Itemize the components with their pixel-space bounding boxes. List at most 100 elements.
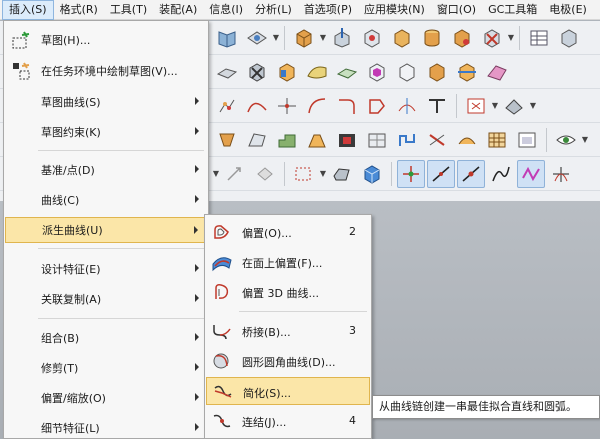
menu-gc-toolbox[interactable]: GC工具箱 [482,0,543,20]
menu-item-datum-point[interactable]: 基准/点(D) [5,157,207,183]
menu-item-trim[interactable]: 修剪(T) [5,355,207,381]
dropdown-arrow-icon[interactable]: ▼ [272,33,280,42]
surface-icon[interactable] [303,58,331,86]
menu-item-sketch[interactable]: 草图(H)... [5,27,207,53]
line-tool-icon[interactable] [427,159,455,188]
blue-cube-icon[interactable] [358,160,386,188]
toolbar-separator [391,161,392,186]
dropdown-arrow-icon[interactable]: ▼ [529,101,537,110]
menu-item-offset-scale[interactable]: 偏置/缩放(O) [5,385,207,411]
rectangle-select-icon[interactable] [290,160,318,188]
book-icon[interactable] [213,24,241,52]
move-object-icon[interactable] [221,160,249,188]
menu-application[interactable]: 应用模块(N) [358,0,431,20]
dropdown-arrow-icon[interactable]: ▼ [581,135,589,144]
extrude-icon[interactable] [328,24,356,52]
edit-object-icon[interactable] [251,160,279,188]
dropdown-arrow-icon[interactable]: ▼ [319,169,327,178]
rib-icon[interactable] [303,126,331,154]
colored-block-icon[interactable] [273,58,301,86]
text-curve-icon[interactable] [423,92,451,120]
tangent-tool-icon[interactable] [547,160,575,188]
menu-separator [38,150,204,151]
menu-format[interactable]: 格式(R) [54,0,104,20]
cylinder-icon[interactable] [418,24,446,52]
snap-point-icon[interactable] [397,159,425,188]
delete-body-icon[interactable] [478,24,506,52]
polyline-tool-icon[interactable] [517,159,545,188]
curve-tool-icon[interactable] [487,160,515,188]
boolean-icon[interactable] [448,24,476,52]
shortcut-number: 3 [349,324,356,337]
menu-item-label: 细节特征(L) [41,422,100,435]
menu-item-combine[interactable]: 组合(B) [5,325,207,351]
trim-body-icon[interactable] [453,58,481,86]
point-set-icon[interactable] [213,92,241,120]
submenu-item-offset-3d-curve[interactable]: 偏置 3D 曲线... [206,278,370,306]
part-icon[interactable] [555,24,583,52]
move-face-icon[interactable] [358,24,386,52]
pink-surface-icon[interactable] [483,58,511,86]
submenu-item-bridge[interactable]: 桥接(B)... 3 [206,317,370,345]
menu-item-design-feature[interactable]: 设计特征(E) [5,256,207,282]
menu-item-sketch-curve[interactable]: 草图曲线(S) [5,89,207,115]
wrap-icon[interactable] [453,126,481,154]
menu-preferences[interactable]: 首选项(P) [298,0,358,20]
shaded-with-edges-icon[interactable] [328,160,356,188]
menu-item-curve[interactable]: 曲线(C) [5,187,207,213]
fit-view-icon[interactable] [462,92,490,120]
block-icon[interactable] [388,24,416,52]
dropdown-arrow-icon[interactable]: ▼ [507,33,515,42]
trim-icon[interactable] [423,126,451,154]
section-curve-icon[interactable] [393,92,421,120]
offset-face-icon[interactable] [393,58,421,86]
menu-electrode[interactable]: 电极(E) [543,0,593,20]
dropdown-arrow-icon[interactable]: ▼ [212,169,220,178]
menu-item-associative-copy[interactable]: 关联复制(A) [5,286,207,312]
window-icon[interactable] [513,126,541,154]
emboss-icon[interactable] [333,126,361,154]
menu-item-sketch-constraint[interactable]: 草图约束(K) [5,119,207,145]
toolbar-separator [284,25,285,50]
shortcut-number: 4 [349,414,356,427]
menu-item-derived-curve[interactable]: 派生曲线(U) [5,217,207,243]
outline-icon[interactable] [363,92,391,120]
face-edit-icon[interactable] [243,24,271,52]
grid-icon[interactable] [483,126,511,154]
submenu-item-circular-fillet-curve[interactable]: 圆形圆角曲线(D)... [206,347,370,375]
menu-item-detail-feature[interactable]: 细节特征(L) [5,415,207,439]
submenu-item-join[interactable]: 连结(J)... 4 [206,407,370,435]
step-icon[interactable] [273,126,301,154]
menu-window[interactable]: 窗口(O) [431,0,482,20]
menu-insert[interactable]: 插入(S) [2,0,54,20]
curve-icon[interactable] [243,92,271,120]
shaded-view-icon[interactable] [500,92,528,120]
menu-tools[interactable]: 工具(T) [104,0,153,20]
menu-item-task-sketch[interactable]: 在任务环境中绘制草图(V)... [5,58,207,84]
pattern-face-icon[interactable] [363,126,391,154]
split-icon[interactable] [393,126,421,154]
shell-icon[interactable] [363,58,391,86]
line-intersect-icon[interactable] [273,92,301,120]
plate-icon[interactable] [213,58,241,86]
thicken-icon[interactable] [423,58,451,86]
toolbar-separator [519,25,520,50]
draft-icon[interactable] [243,126,271,154]
menu-assembly[interactable]: 装配(A) [153,0,203,20]
submenu-item-offset-in-face[interactable]: 在面上偏置(F)... [206,248,370,276]
cross-block-icon[interactable] [243,58,271,86]
menu-analysis[interactable]: 分析(L) [249,0,298,20]
menu-information[interactable]: 信息(I) [203,0,249,20]
taper-icon[interactable] [213,126,241,154]
table-icon[interactable] [525,24,553,52]
corner-curve-icon[interactable] [333,92,361,120]
dropdown-arrow-icon[interactable]: ▼ [491,101,499,110]
submenu-item-simplify[interactable]: 简化(S)... [206,377,370,405]
submenu-item-offset[interactable]: 偏置(O)... 2 [206,218,370,246]
sheet-icon[interactable] [333,58,361,86]
point-on-line-icon[interactable] [457,159,485,188]
cube-icon[interactable] [290,24,318,52]
dropdown-arrow-icon[interactable]: ▼ [319,33,327,42]
eye-icon[interactable] [552,126,580,154]
arc-icon[interactable] [303,92,331,120]
